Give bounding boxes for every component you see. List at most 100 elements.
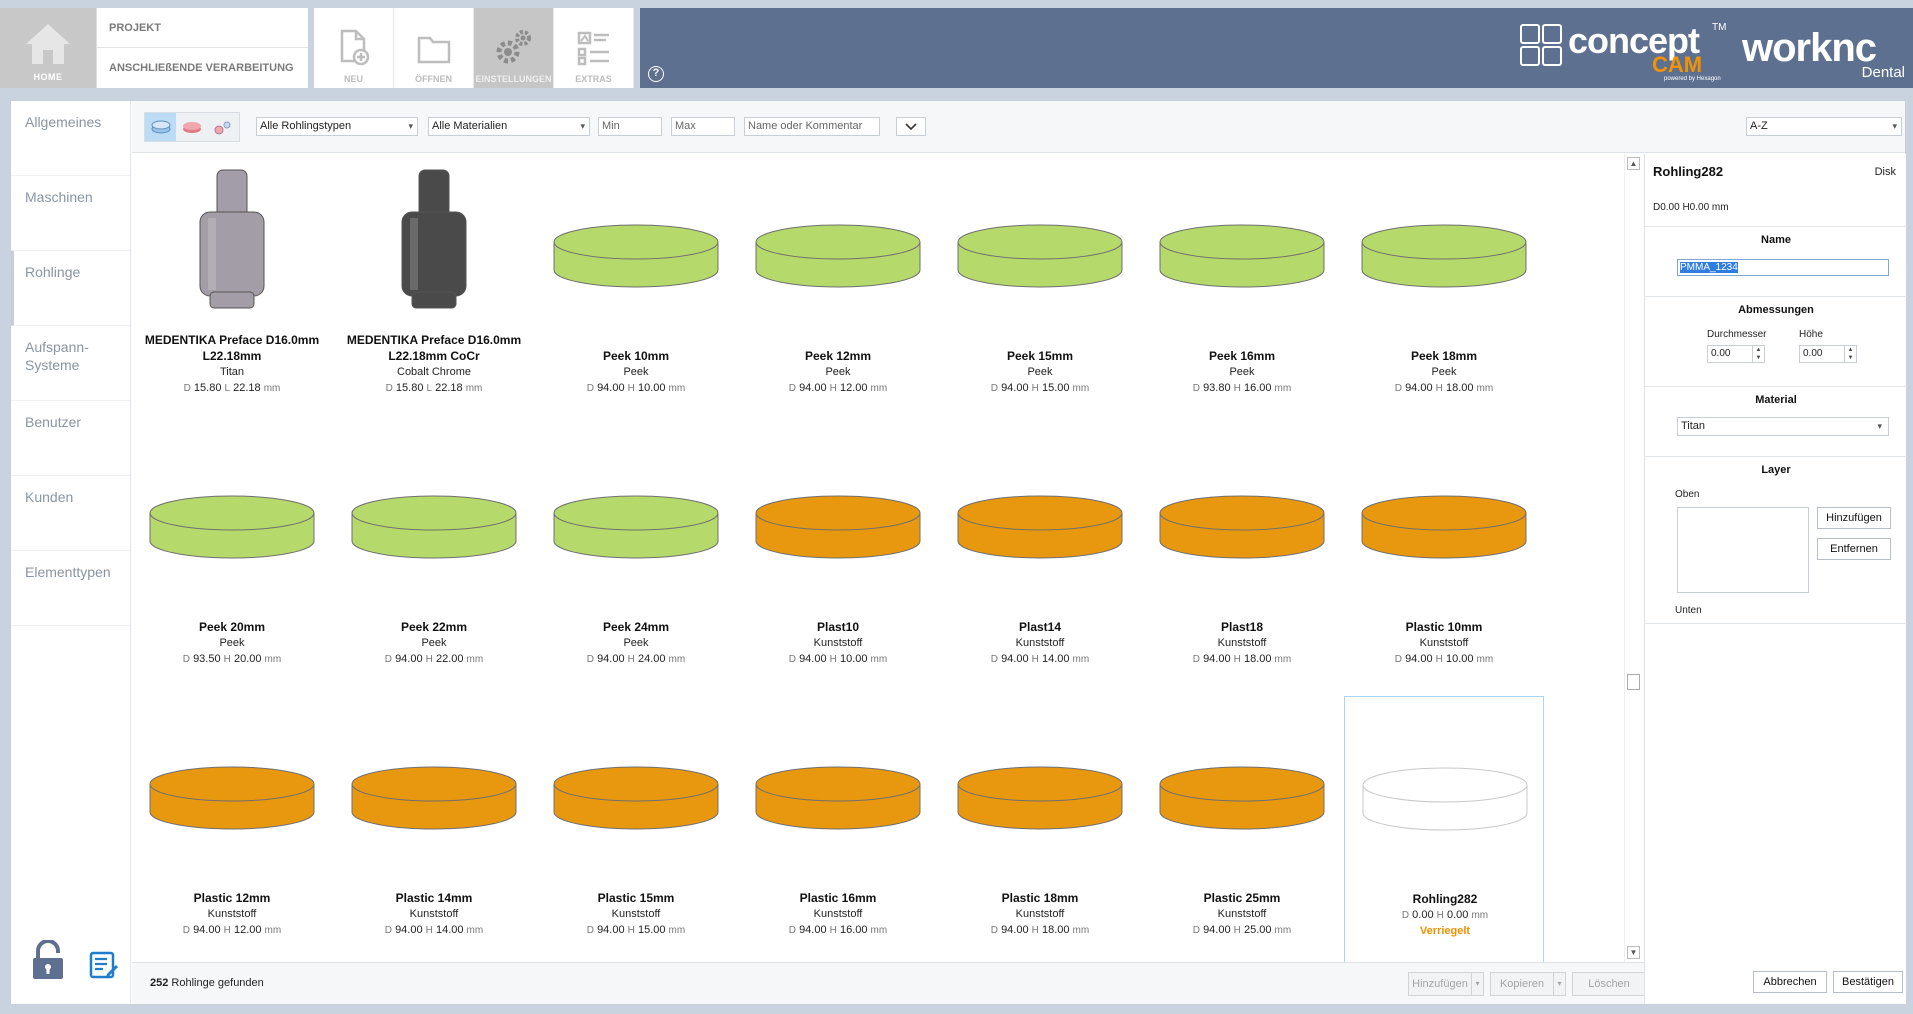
- cancel-button[interactable]: Abbrechen: [1753, 971, 1827, 993]
- name-input-value: PMMA_1234: [1680, 262, 1738, 273]
- new-button[interactable]: NEU: [314, 8, 394, 88]
- detail-material-select[interactable]: Titan: [1677, 417, 1889, 436]
- height-spin-arrows[interactable]: ▲ ▼: [1844, 346, 1856, 362]
- blank-dimension-part: 94.00: [799, 653, 827, 665]
- disk-blank-tile[interactable]: Plast18 Kunststoff D 94.00 H 18.00 mm: [1142, 425, 1342, 695]
- disk-blank-tile[interactable]: Plastic 15mm Kunststoff D 94.00 H 15.00 mm: [536, 696, 736, 962]
- unlock-icon[interactable]: [31, 940, 65, 980]
- disk-blank-tile[interactable]: Peek 10mm Peek D 94.00 H 10.00 mm: [536, 154, 736, 424]
- abutment-blank-tile[interactable]: MEDENTIKA Preface D16.0mm L22.18mm Titan D…: [132, 154, 332, 424]
- blank-dimensions: D 94.00 H 15.00 mm: [940, 382, 1140, 394]
- sidebar-item-element-types[interactable]: Elementtypen: [11, 551, 130, 626]
- blank-name: Peek 22mm: [400, 620, 468, 634]
- disk-blank-image: [351, 495, 517, 559]
- copy-blank-button[interactable]: Kopieren ▾: [1490, 972, 1566, 996]
- scroll-down-arrow[interactable]: ▼: [1627, 946, 1640, 959]
- disk-blank-tile[interactable]: Peek 20mm Peek D 93.50 H 20.00 mm: [132, 425, 332, 695]
- layer-list[interactable]: [1677, 507, 1809, 593]
- confirm-button[interactable]: Bestätigen: [1833, 971, 1903, 993]
- blank-material: Kunststoff: [813, 637, 863, 649]
- blank-name: Plastic 15mm: [597, 891, 675, 905]
- disk-blank-tile[interactable]: Peek 15mm Peek D 94.00 H 15.00 mm: [940, 154, 1140, 424]
- detail-dimensions: D0.00 H0.00 mm: [1653, 202, 1729, 213]
- blank-type-select[interactable]: Alle Rohlingstypen: [256, 117, 418, 136]
- disk-blank-image: [553, 495, 719, 559]
- scroll-up-arrow[interactable]: ▲: [1627, 157, 1640, 170]
- search-input[interactable]: Name oder Kommentar: [744, 117, 880, 136]
- name-heading: Name: [1761, 234, 1791, 246]
- disk-blank-tile[interactable]: Peek 16mm Peek D 93.80 H 16.00 mm: [1142, 154, 1342, 424]
- delete-blank-button[interactable]: Löschen: [1572, 972, 1646, 996]
- name-input[interactable]: PMMA_1234: [1677, 259, 1889, 276]
- disk-blank-tile[interactable]: Plastic 12mm Kunststoff D 94.00 H 12.00 mm: [132, 696, 332, 962]
- layer-remove-button[interactable]: Entfernen: [1817, 538, 1891, 560]
- diameter-spin-arrows[interactable]: ▲ ▼: [1752, 346, 1764, 362]
- view-round-button[interactable]: [176, 113, 207, 141]
- sidebar-item-machines[interactable]: Maschinen: [11, 176, 130, 251]
- edit-list-icon[interactable]: [89, 950, 119, 980]
- sidebar-item-fixtures[interactable]: Aufspann-Systeme: [11, 326, 130, 401]
- view-disk-button[interactable]: [145, 113, 177, 141]
- disk-blank-tile[interactable]: Plastic 10mm Kunststoff D 94.00 H 10.00 mm: [1344, 425, 1544, 695]
- blank-dimension-part: H: [627, 654, 635, 665]
- sort-select[interactable]: A-Z: [1746, 117, 1902, 136]
- sidebar-item-users[interactable]: Benutzer: [11, 401, 130, 476]
- max-input[interactable]: Max: [671, 117, 735, 136]
- blank-dimension-part: mm: [1274, 383, 1292, 394]
- blanks-grid: MEDENTIKA Preface D16.0mm L22.18mm Titan D…: [132, 154, 1624, 962]
- blank-name: Peek 10mm: [602, 349, 670, 363]
- project-link[interactable]: PROJEKT: [97, 8, 308, 48]
- abutment-blank-tile[interactable]: MEDENTIKA Preface D16.0mm L22.18mm CoCr C…: [334, 154, 534, 424]
- add-dropdown-arrow[interactable]: ▾: [1471, 973, 1483, 995]
- blank-dimension-part: 94.00: [799, 382, 827, 394]
- disk-blank-tile[interactable]: Plastic 18mm Kunststoff D 94.00 H 18.00 mm: [940, 696, 1140, 962]
- disk-blank-tile[interactable]: Peek 22mm Peek D 94.00 H 22.00 mm: [334, 425, 534, 695]
- blank-dimension-part: 94.00: [597, 653, 625, 665]
- disk-blank-icon: [151, 120, 171, 134]
- blank-dimensions: D 94.00 H 10.00 mm: [1344, 653, 1544, 665]
- blank-dimensions: D 93.50 H 20.00 mm: [132, 653, 332, 665]
- disk-blank-tile[interactable]: Peek 12mm Peek D 94.00 H 12.00 mm: [738, 154, 938, 424]
- material-select[interactable]: Alle Materialien: [428, 117, 590, 136]
- grid-scrollbar[interactable]: ▲ ▼: [1624, 154, 1642, 962]
- min-input[interactable]: Min: [598, 117, 662, 136]
- blank-dimensions: D 94.00 H 12.00 mm: [738, 382, 938, 394]
- top-bar: HOME PROJEKT ANSCHLIEßENDE VERARBEITUNG …: [0, 0, 1913, 98]
- extras-button[interactable]: EXTRAS: [554, 8, 634, 88]
- disk-blank-tile[interactable]: Plast14 Kunststoff D 94.00 H 14.00 mm: [940, 425, 1140, 695]
- disk-blank-tile[interactable]: Peek 24mm Peek D 94.00 H 24.00 mm: [536, 425, 736, 695]
- copy-dropdown-arrow[interactable]: ▾: [1553, 973, 1565, 995]
- abutment-part: [411, 291, 457, 309]
- blank-dimension-part: H: [829, 383, 837, 394]
- settings-button[interactable]: EINSTELLUNGEN: [474, 8, 554, 88]
- height-stepper[interactable]: 0.00 ▲ ▼: [1799, 345, 1857, 363]
- height-value: 0.00: [1803, 348, 1823, 359]
- disk-blank-image: [149, 766, 315, 830]
- scroll-thumb[interactable]: [1627, 674, 1640, 690]
- open-button[interactable]: ÖFFNEN: [394, 8, 474, 88]
- help-icon[interactable]: ?: [648, 66, 664, 82]
- sidebar-item-customers[interactable]: Kunden: [11, 476, 130, 551]
- disk-blank-tile[interactable]: Plastic 14mm Kunststoff D 94.00 H 14.00 mm: [334, 696, 534, 962]
- expand-filter-button[interactable]: [896, 117, 926, 136]
- disk-blank-tile[interactable]: Plastic 16mm Kunststoff D 94.00 H 16.00 mm: [738, 696, 938, 962]
- disk-blank-tile[interactable]: Rohling282 D 0.00 H 0.00 mm Verriegelt: [1344, 696, 1544, 962]
- new-label: NEU: [343, 74, 363, 84]
- followup-processing-link[interactable]: ANSCHLIEßENDE VERARBEITUNG: [97, 48, 308, 88]
- diameter-stepper[interactable]: 0.00 ▲ ▼: [1707, 345, 1765, 363]
- home-button[interactable]: HOME: [0, 8, 96, 88]
- disk-blank-tile[interactable]: Peek 18mm Peek D 94.00 H 18.00 mm: [1344, 154, 1544, 424]
- blank-dimension-part: 93.80: [1203, 382, 1231, 394]
- blank-dimension-part: 94.00: [1203, 653, 1231, 665]
- disk-top: [553, 224, 719, 260]
- layer-add-button[interactable]: Hinzufügen: [1817, 507, 1891, 529]
- disk-top: [351, 495, 517, 531]
- blank-dimension-part: 18.00: [1445, 382, 1474, 394]
- sidebar-item-blanks[interactable]: Rohlinge: [11, 251, 130, 326]
- add-blank-button[interactable]: Hinzufügen ▾: [1408, 972, 1484, 996]
- disk-blank-tile[interactable]: Plast10 Kunststoff D 94.00 H 10.00 mm: [738, 425, 938, 695]
- sidebar-item-general[interactable]: Allgemeines: [11, 101, 130, 176]
- view-small-button[interactable]: [208, 113, 239, 141]
- disk-blank-tile[interactable]: Plastic 25mm Kunststoff D 94.00 H 25.00 mm: [1142, 696, 1342, 962]
- disk-top: [1361, 495, 1527, 531]
